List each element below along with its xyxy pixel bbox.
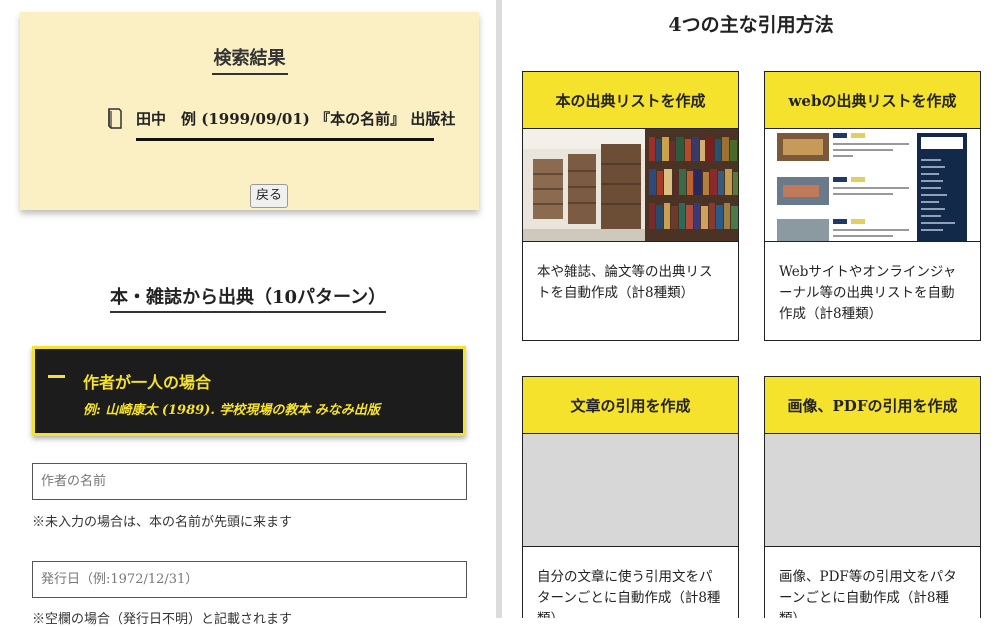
bookshelf-illustration: [523, 129, 738, 241]
search-result-entry: 田中 例 (1999/09/01) 『本の名前』 出版社: [104, 106, 455, 130]
pattern-title: 作者が一人の場合: [83, 373, 212, 392]
website-screenshot-image: [765, 129, 980, 242]
publish-date-input[interactable]: [32, 561, 467, 598]
book-citation-card[interactable]: 本の出典リストを作成 本や雑誌、論文等の出典リストを自動作成（計8種類）: [522, 71, 739, 341]
author-name-input[interactable]: [32, 463, 467, 500]
card-description: 自分の文章に使う引用文をパターンごとに自動作成（計8種類）: [537, 569, 721, 618]
section-title: 本・雑誌から出典（10パターン）: [110, 287, 387, 308]
section-underline: [110, 311, 386, 313]
book-icon: [108, 108, 122, 129]
search-result-text: 田中 例 (1999/09/01) 『本の名前』 出版社: [136, 109, 456, 128]
card-header[interactable]: webの出典リストを作成: [765, 72, 980, 129]
search-result-card: 検索結果 田中 例 (1999/09/01) 『本の名前』 出版社 戻る: [20, 12, 479, 210]
card-description: Webサイトやオンラインジャーナル等の出典リストを自動作成（計8種類）: [779, 264, 957, 322]
pattern-accordion[interactable]: 作者が一人の場合 例: 山崎康太 (1989). 学校現場の教本 みなみ出版: [32, 346, 466, 436]
library-image: [523, 129, 738, 242]
right-panel: 4つの主な引用方法 本の出典リストを作成 本や雑誌、論文等の出典リストを自動作成…: [502, 0, 1000, 618]
search-result-title: 検索結果: [20, 44, 479, 75]
web-citation-card[interactable]: webの出典リストを作成 Webサイトやオンラインジャーナル等の出典リストを自動…: [764, 71, 981, 341]
back-button[interactable]: 戻る: [250, 184, 288, 208]
image-pdf-citation-card[interactable]: 画像、PDFの引用を作成 画像、PDF等の引用文をパターンごとに自動作成（計8種…: [764, 376, 981, 618]
collapse-icon[interactable]: [48, 375, 65, 378]
card-header[interactable]: 本の出典リストを作成: [523, 72, 738, 129]
author-note: ※未入力の場合は、本の名前が先頭に来ます: [32, 515, 293, 530]
card-description: 画像、PDF等の引用文をパターンごとに自動作成（計8種類）: [779, 569, 957, 618]
card-header[interactable]: 画像、PDFの引用を作成: [765, 377, 980, 434]
card-image-placeholder: [765, 434, 980, 547]
pattern-example: 例: 山崎康太 (1989). 学校現場の教本 みなみ出版: [83, 403, 380, 418]
card-description: 本や雑誌、論文等の出典リストを自動作成（計8種類）: [537, 264, 713, 301]
card-image-placeholder: [523, 434, 738, 547]
website-preview-illustration: [765, 129, 980, 241]
card-header[interactable]: 文章の引用を作成: [523, 377, 738, 434]
methods-title: 4つの主な引用方法: [668, 14, 834, 36]
left-panel: 検索結果 田中 例 (1999/09/01) 『本の名前』 出版社 戻る 本・雑…: [0, 0, 496, 627]
result-underline: [136, 138, 434, 141]
text-citation-card[interactable]: 文章の引用を作成 自分の文章に使う引用文をパターンごとに自動作成（計8種類）: [522, 376, 739, 618]
